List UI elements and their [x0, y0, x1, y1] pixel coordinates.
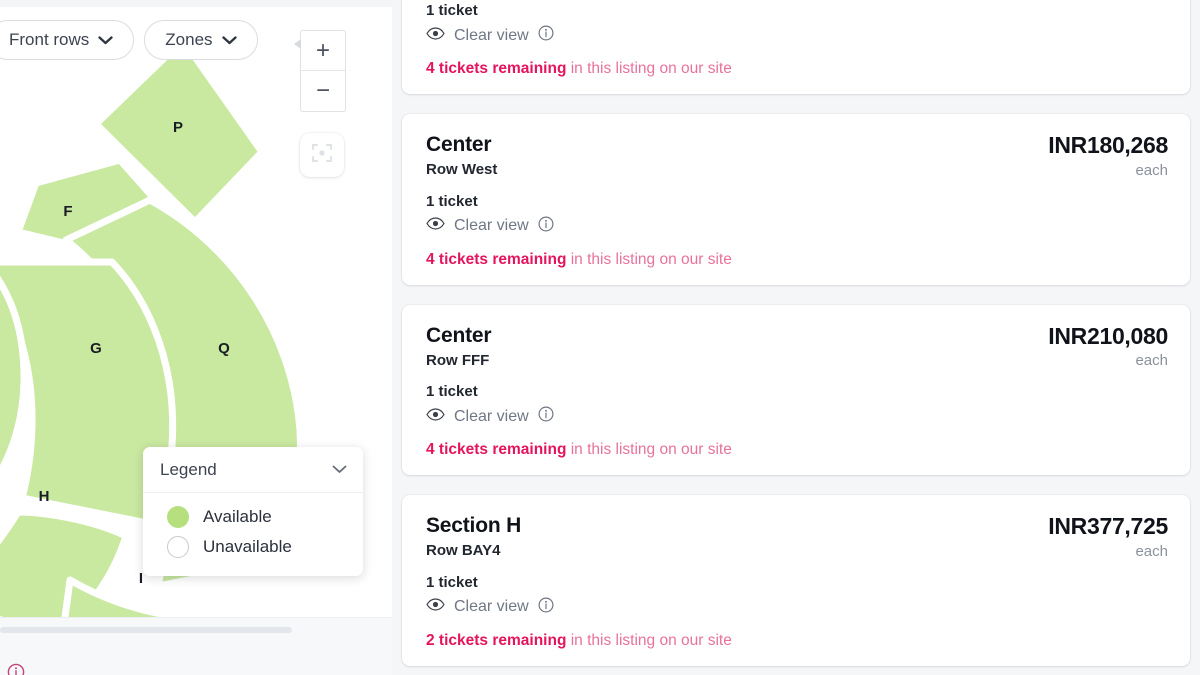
legend-swatch-unavailable-icon: [167, 536, 189, 558]
chevron-down-icon: [221, 30, 237, 50]
listing-price-unit: each: [1135, 161, 1168, 179]
listing-remaining-suffix: in this listing on our site: [566, 631, 732, 649]
legend-item-available: Available: [143, 502, 363, 532]
map-horizontal-scrollbar[interactable]: [0, 627, 292, 633]
eye-icon: [426, 26, 445, 45]
listing-location: Center Row West: [426, 132, 497, 178]
listing-remaining-count: 4 tickets remaining: [426, 441, 567, 459]
listing-row: Row West: [426, 161, 498, 179]
listing-card[interactable]: Section H Row BAY4 INR377,725 each 1 tic…: [402, 495, 1190, 666]
ticket-seatmap-page: P F G Q H I Front rows Zones + − Legend …: [0, 0, 1200, 675]
legend-label: Unavailable: [203, 537, 292, 556]
listing-location: Section H Row BAY4: [426, 513, 521, 559]
filter-pill-front-rows[interactable]: Front rows: [0, 20, 135, 60]
listing-card[interactable]: Center Row West INR180,268 each 1 ticket…: [402, 114, 1190, 285]
info-circle-icon[interactable]: [538, 25, 554, 46]
listing-price-unit: each: [1135, 352, 1168, 370]
map-section-label-Q: Q: [218, 340, 230, 357]
listing-view-label: Clear view: [454, 26, 529, 44]
filter-pill-zones[interactable]: Zones: [144, 20, 258, 60]
listing-price-unit: each: [1135, 542, 1168, 560]
listing-price: INR210,080: [1048, 322, 1168, 349]
map-section-label-F: F: [63, 203, 72, 220]
listing-section: Center: [426, 133, 492, 156]
listing-remaining-suffix: in this listing on our site: [566, 441, 732, 459]
listing-view-label: Clear view: [454, 407, 529, 425]
listing-quantity: 1 ticket: [426, 573, 478, 591]
listing-price: INR377,725: [1048, 513, 1168, 540]
recenter-icon: [311, 142, 333, 169]
listing-header: Section H Row BAY4 INR377,725 each: [426, 513, 1168, 560]
listing-view-quality[interactable]: Clear view: [426, 406, 1168, 427]
map-section-label-H: H: [39, 488, 50, 505]
info-circle-icon[interactable]: [538, 406, 554, 427]
listing-quantity: 1 ticket: [426, 2, 478, 19]
zoom-controls-pointer: [294, 39, 301, 49]
listing-section: Center: [426, 323, 492, 347]
listing-remaining-suffix: in this listing on our site: [566, 250, 732, 268]
listing-remaining: 4 tickets remaining in this listing on o…: [426, 60, 1168, 78]
listing-header: Center Row FFF INR210,080 each: [426, 323, 1168, 370]
map-filter-bar: Front rows Zones: [0, 20, 258, 60]
filter-pill-label: Front rows: [9, 30, 90, 49]
map-footer: [0, 617, 392, 675]
listing-quantity: 1 ticket: [426, 192, 478, 210]
map-section-label-I: I: [139, 570, 143, 587]
listing-row: Row FFF: [426, 351, 490, 369]
eye-icon: [426, 598, 445, 616]
listing-remaining-suffix: in this listing on our site: [566, 60, 732, 77]
listing-view-quality[interactable]: Clear view: [426, 597, 1168, 618]
listing-location: Center Row FFF: [426, 323, 492, 369]
map-legend-panel: Legend Available Unavailable: [143, 447, 363, 576]
map-info-button[interactable]: [7, 663, 25, 675]
listing-quantity: 1 ticket: [426, 383, 478, 401]
listing-header: Center Row West INR180,268 each: [426, 132, 1168, 179]
info-circle-icon: [7, 663, 25, 675]
chevron-down-icon: [98, 30, 113, 50]
listing-remaining-count: 4 tickets remaining: [426, 250, 567, 268]
listing-price-block: INR377,725 each: [1048, 513, 1168, 560]
eye-icon: [426, 408, 445, 426]
chevron-down-icon: [332, 461, 347, 479]
listing-remaining: 2 tickets remaining in this listing on o…: [426, 632, 1168, 650]
listing-view-quality[interactable]: Clear view: [426, 25, 1168, 46]
listing-remaining-count: 4 tickets remaining: [426, 60, 567, 77]
map-zoom-controls: + −: [294, 30, 346, 112]
map-section-label-G: G: [90, 340, 102, 357]
listing-price: INR180,268: [1048, 132, 1168, 158]
listing-view-label: Clear view: [454, 217, 529, 235]
legend-header-toggle[interactable]: Legend: [143, 447, 363, 493]
listing-section: Section H: [426, 514, 522, 538]
info-circle-icon[interactable]: [538, 216, 554, 237]
zoom-in-button[interactable]: +: [301, 31, 345, 71]
legend-label: Available: [203, 507, 272, 526]
legend-title: Legend: [160, 459, 217, 479]
legend-item-unavailable: Unavailable: [143, 532, 363, 562]
listings-pane[interactable]: 1 ticket Clear view 4 tickets remaining …: [392, 0, 1200, 675]
eye-icon: [426, 217, 445, 235]
listing-view-label: Clear view: [454, 598, 529, 616]
legend-swatch-available-icon: [167, 506, 189, 528]
map-recenter-button[interactable]: [300, 133, 344, 177]
listing-view-quality[interactable]: Clear view: [426, 216, 1168, 237]
info-circle-icon[interactable]: [538, 597, 554, 618]
map-section-label-P: P: [173, 119, 183, 136]
listing-price-block: INR210,080 each: [1048, 323, 1168, 370]
legend-items: Available Unavailable: [143, 493, 363, 576]
filter-pill-label: Zones: [165, 30, 213, 49]
listing-price-block: INR180,268 each: [1048, 132, 1168, 179]
listing-remaining: 4 tickets remaining in this listing on o…: [426, 441, 1168, 459]
zoom-out-button[interactable]: −: [301, 71, 345, 111]
listing-card[interactable]: Center Row FFF INR210,080 each 1 ticket …: [402, 304, 1190, 476]
listing-remaining-count: 2 tickets remaining: [426, 631, 567, 649]
listing-remaining: 4 tickets remaining in this listing on o…: [426, 251, 1168, 269]
listing-card[interactable]: 1 ticket Clear view 4 tickets remaining …: [402, 0, 1190, 94]
listing-row: Row BAY4: [426, 542, 501, 560]
seat-map-pane: P F G Q H I Front rows Zones + − Legend …: [0, 0, 392, 675]
